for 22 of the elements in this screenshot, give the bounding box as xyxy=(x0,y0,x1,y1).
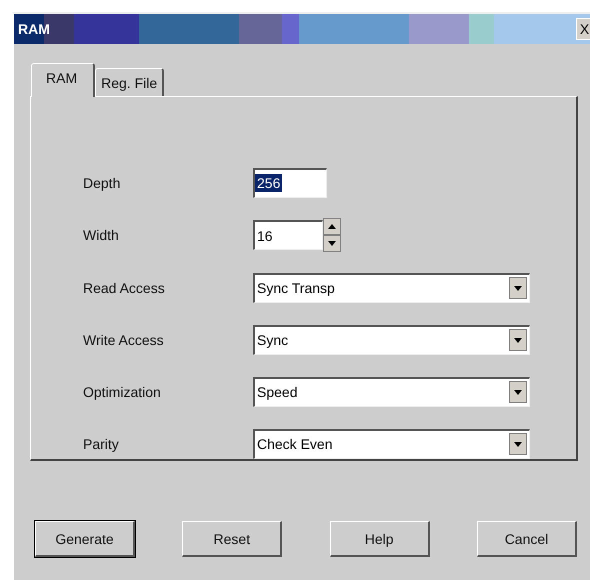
field-label: Read Access xyxy=(83,280,166,296)
dropdown[interactable]: Check Even xyxy=(253,428,530,458)
field-label: Width xyxy=(83,227,120,243)
field-label: Optimization xyxy=(83,384,162,400)
field-label: Parity xyxy=(83,436,120,452)
dialog-button[interactable]: Generate xyxy=(35,521,135,557)
dropdown[interactable]: Sync Transp xyxy=(253,272,530,302)
input-field[interactable]: 16 xyxy=(253,220,323,250)
dropdown[interactable]: Speed xyxy=(253,376,530,406)
dropdown[interactable]: Sync xyxy=(253,324,530,354)
input-field[interactable]: 256 xyxy=(253,168,327,198)
close-button[interactable]: X xyxy=(576,18,590,40)
field-label: Write Access xyxy=(83,332,165,348)
dialog-button[interactable]: Reset xyxy=(182,521,282,557)
tab[interactable]: Reg. File xyxy=(95,68,164,96)
spin-up-icon[interactable] xyxy=(323,218,341,235)
dialog-button[interactable]: Cancel xyxy=(476,521,577,557)
dialog-button[interactable]: Help xyxy=(330,521,430,557)
tab[interactable]: RAM xyxy=(31,63,96,97)
field-label: Depth xyxy=(83,174,122,190)
window-title: RAM xyxy=(17,21,50,37)
spin-down-icon[interactable] xyxy=(323,235,341,252)
